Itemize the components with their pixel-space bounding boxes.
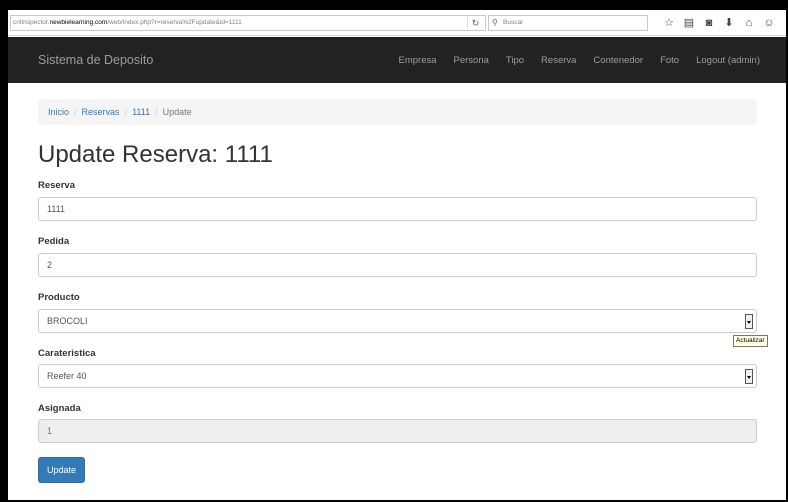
reserva-label: Reserva	[38, 180, 75, 191]
bookmarks-list-icon[interactable]: ▤	[682, 15, 696, 31]
nav-item-foto[interactable]: Foto	[660, 55, 679, 66]
navbar: Sistema de Deposito Empresa Persona Tipo…	[8, 37, 786, 83]
nav-item-tipo[interactable]: Tipo	[506, 55, 524, 66]
home-icon[interactable]: ⌂	[742, 15, 756, 31]
url-path: /web/index.php?r=reserva%2Fupdate&id=111…	[107, 19, 242, 26]
reload-icon[interactable]: ↻	[467, 17, 483, 29]
producto-select[interactable]: BROCOLI	[38, 309, 757, 333]
breadcrumb-reservas[interactable]: Reservas	[82, 107, 120, 117]
browser-toolbar-icons: ☆ ▤ ◙ ⬇ ⌂ ☺	[662, 15, 776, 31]
browser-toolbar: cntinspector.newbielearning.com/web/inde…	[8, 10, 786, 36]
download-icon[interactable]: ⬇	[722, 15, 736, 31]
pedida-label: Pedida	[38, 236, 70, 247]
nav-item-empresa[interactable]: Empresa	[399, 55, 437, 66]
bookmark-star-icon[interactable]: ☆	[662, 15, 676, 31]
url-host-prefix: cntinspector.	[13, 19, 50, 26]
nav-item-logout[interactable]: Logout (admin)	[696, 55, 760, 66]
nav-item-reserva[interactable]: Reserva	[541, 55, 576, 66]
carateristica-select[interactable]: Reefer 40	[38, 364, 757, 388]
url-bar[interactable]: cntinspector.newbielearning.com/web/inde…	[10, 15, 486, 31]
navbar-menu: Empresa Persona Tipo Reserva Contenedor …	[399, 55, 761, 66]
search-input[interactable]: ⚲ Buscar	[488, 15, 648, 31]
chevron-down-icon[interactable]	[745, 369, 753, 384]
breadcrumb-inicio[interactable]: Inicio	[48, 107, 69, 117]
tooltip: Actualizar	[733, 335, 768, 347]
menu-icon[interactable]: ☺	[762, 15, 776, 31]
carateristica-label: Carateristica	[38, 348, 96, 359]
search-icon: ⚲	[492, 18, 498, 27]
breadcrumb-reserva-id[interactable]: 1111	[132, 107, 150, 117]
page-title: Update Reserva: 1111	[38, 141, 273, 168]
breadcrumb: Inicio / Reservas/1111/Update	[38, 99, 757, 125]
breadcrumb-current: Update	[162, 107, 192, 117]
update-button[interactable]: Update	[38, 457, 85, 483]
pocket-icon[interactable]: ◙	[702, 15, 716, 31]
producto-selected: BROCOLI	[47, 316, 88, 326]
browser-window: cntinspector.newbielearning.com/web/inde…	[8, 10, 786, 500]
nav-item-contenedor[interactable]: Contenedor	[593, 55, 643, 66]
chevron-down-icon[interactable]	[745, 314, 753, 329]
carateristica-selected: Reefer 40	[47, 371, 87, 381]
asignada-label: Asignada	[38, 403, 81, 414]
reserva-input[interactable]: 1111	[38, 197, 757, 221]
asignada-input: 1	[38, 419, 757, 443]
producto-label: Producto	[38, 292, 80, 303]
pedida-input[interactable]: 2	[38, 253, 757, 277]
nav-item-persona[interactable]: Persona	[454, 55, 489, 66]
search-placeholder: Buscar	[503, 19, 524, 26]
navbar-brand[interactable]: Sistema de Deposito	[38, 53, 153, 67]
url-host: newbielearning.com	[49, 19, 108, 26]
